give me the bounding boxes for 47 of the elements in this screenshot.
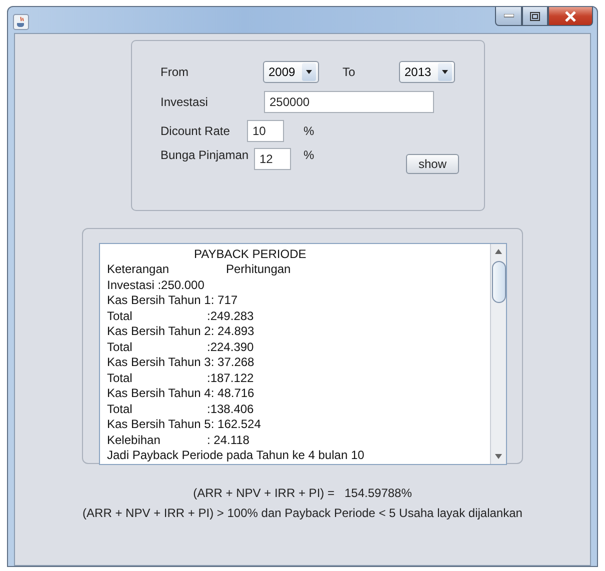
show-button[interactable]: show (406, 154, 458, 174)
to-year-dropdown[interactable]: 2013 (398, 61, 454, 83)
caret-icon (302, 63, 316, 81)
column-heading: Keterangan (107, 262, 170, 276)
conclusion-text: (ARR + NPV + IRR + PI) > 100% dan Payback Periode < 5 Usaha layak dijalankan (82, 506, 522, 520)
report-line: Kas Bersih Tahun 3: 37.268 (107, 355, 254, 370)
report-label: Kelebihan (107, 432, 160, 447)
report-line: Jadi Payback Periode pada Tahun ke 4 bulan 10 (107, 448, 364, 462)
from-label: From (160, 65, 188, 79)
scroll-thumb[interactable] (492, 261, 506, 303)
report-label: Total (107, 370, 132, 385)
close-icon (564, 10, 577, 22)
minimize-button[interactable] (495, 7, 522, 26)
maximize-icon (530, 12, 540, 20)
to-label: To (342, 65, 356, 79)
bunga-pinjaman-field[interactable]: 12 (254, 148, 290, 170)
report-line: Investasi :250.000 (107, 278, 204, 292)
investasi-label: Investasi (160, 95, 208, 109)
report-line: Kas Bersih Tahun 5: 162.524 (107, 417, 261, 432)
column-heading: Perhitungan (226, 262, 291, 276)
investasi-field[interactable]: 250000 (264, 91, 434, 113)
report-value: :249.283 (207, 308, 254, 323)
report-label: Total (107, 340, 132, 354)
report-label: Total (107, 308, 132, 323)
report-value: :187.122 (207, 370, 254, 385)
discount-rate-field[interactable]: 10 (246, 120, 284, 142)
report-label: Total (107, 402, 132, 416)
minimize-icon (504, 14, 514, 18)
formula-value: 154.59788% (344, 486, 412, 500)
report-line: Kas Bersih Tahun 1: 717 (107, 293, 238, 308)
close-button[interactable] (548, 7, 593, 26)
report-value: :224.390 (207, 340, 254, 354)
maximize-button[interactable] (522, 7, 548, 26)
coffee-cup-icon (13, 14, 29, 30)
scrollbar[interactable] (490, 244, 506, 464)
report-title: PAYBACK PERIODE (194, 246, 306, 261)
discount-rate-label: Dicount Rate (160, 124, 230, 138)
formula-label: (ARR + NPV + IRR + PI) = (193, 486, 334, 500)
from-year-dropdown[interactable]: 2009 (262, 61, 318, 83)
report-value: : 24.118 (207, 432, 250, 447)
bunga-pinjaman-label: Bunga Pinjaman (160, 148, 249, 162)
percent-label: % (304, 148, 314, 162)
report-line: Kas Bersih Tahun 2: 24.893 (107, 324, 254, 338)
report-line: Kas Bersih Tahun 4: 48.716 (107, 386, 254, 400)
report-value: :138.406 (207, 402, 254, 416)
caret-icon (438, 63, 452, 81)
percent-label: % (304, 124, 314, 138)
